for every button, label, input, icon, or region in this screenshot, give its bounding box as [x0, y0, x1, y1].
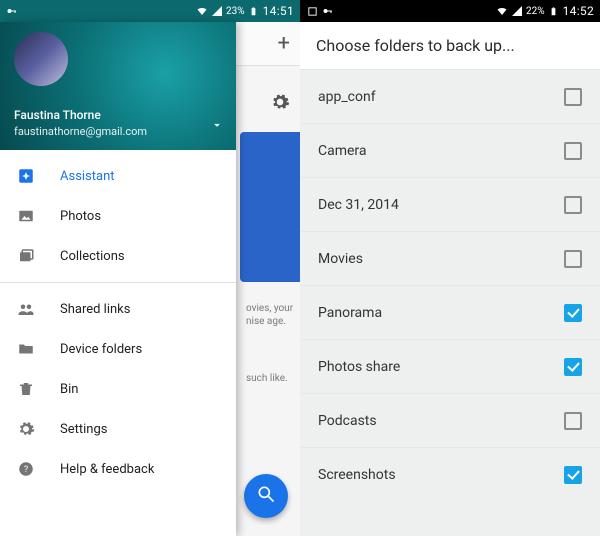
drawer-list: Assistant Photos Collections Shared link: [0, 150, 236, 536]
folder-label: Podcasts: [318, 413, 377, 429]
key-icon: [322, 5, 334, 17]
add-icon[interactable]: +: [278, 31, 290, 56]
account-name: Faustina Thorne: [14, 108, 101, 122]
drawer-item-assistant[interactable]: Assistant: [0, 156, 236, 196]
avatar[interactable]: [14, 32, 68, 86]
checkbox[interactable]: [564, 304, 582, 322]
battery-icon: [248, 5, 260, 17]
folder-label: app_conf: [318, 89, 376, 105]
help-icon: ?: [16, 459, 36, 479]
people-icon: [16, 299, 36, 319]
checkbox[interactable]: [564, 88, 582, 106]
checkbox[interactable]: [564, 466, 582, 484]
trash-icon: [16, 379, 36, 399]
folder-label: Camera: [318, 143, 367, 159]
folder-row-photos-share[interactable]: Photos share: [300, 339, 600, 393]
drawer-item-label: Collections: [60, 249, 125, 264]
checkbox[interactable]: [564, 412, 582, 430]
drawer-item-label: Bin: [60, 382, 78, 397]
drawer-header[interactable]: Faustina Thorne faustinathorne@gmail.com: [0, 22, 236, 150]
folder-picker: Choose folders to back up... app_conf Ca…: [300, 22, 600, 536]
folder-label: Panorama: [318, 305, 382, 321]
navigation-drawer: Faustina Thorne faustinathorne@gmail.com…: [0, 22, 236, 536]
key-icon: [6, 5, 18, 17]
drawer-item-label: Settings: [60, 422, 107, 437]
battery-percent: 22%: [526, 6, 545, 17]
battery-icon: [548, 5, 560, 17]
statusbar-right: 22% 14:52: [300, 0, 600, 22]
collections-icon: [16, 246, 36, 266]
page-title: Choose folders to back up...: [300, 22, 600, 69]
divider: [0, 282, 236, 283]
promo-text-2: such like.: [246, 372, 296, 385]
folder-row-screenshots[interactable]: Screenshots: [300, 447, 600, 501]
drawer-item-collections[interactable]: Collections: [0, 236, 236, 276]
folder-row-podcasts[interactable]: Podcasts: [300, 393, 600, 447]
gear-icon: [16, 419, 36, 439]
phone-right: 22% 14:52 Choose folders to back up... a…: [300, 0, 600, 536]
drawer-item-settings[interactable]: Settings: [0, 409, 236, 449]
drawer-item-label: Assistant: [60, 169, 115, 184]
assistant-icon: [16, 166, 36, 186]
folder-icon: [16, 339, 36, 359]
folder-row-panorama[interactable]: Panorama: [300, 285, 600, 339]
drawer-item-label: Shared links: [60, 302, 130, 317]
battery-percent: 23%: [226, 6, 245, 17]
folder-row-movies[interactable]: Movies: [300, 231, 600, 285]
folder-label: Screenshots: [318, 467, 396, 483]
drawer-item-label: Help & feedback: [60, 462, 154, 477]
search-icon: [256, 484, 276, 508]
checkbox[interactable]: [564, 196, 582, 214]
photos-icon: [16, 206, 36, 226]
drawer-item-device-folders[interactable]: Device folders: [0, 329, 236, 369]
folder-list: app_conf Camera Dec 31, 2014 Movies Pano…: [300, 69, 600, 501]
clock: 14:51: [263, 4, 294, 18]
checkbox[interactable]: [564, 142, 582, 160]
folder-row-camera[interactable]: Camera: [300, 123, 600, 177]
folder-label: Dec 31, 2014: [318, 197, 399, 213]
search-fab[interactable]: [244, 474, 288, 518]
checkbox[interactable]: [564, 358, 582, 376]
drawer-item-photos[interactable]: Photos: [0, 196, 236, 236]
checkbox[interactable]: [564, 250, 582, 268]
chevron-down-icon[interactable]: [210, 117, 224, 136]
statusbar-left: 23% 14:51: [0, 0, 300, 22]
gear-icon[interactable]: [270, 92, 290, 116]
folder-row-dec-31-2014[interactable]: Dec 31, 2014: [300, 177, 600, 231]
phone-left: 23% 14:51 + ovies, your nise age. such l…: [0, 0, 300, 536]
signal-icon: [211, 5, 223, 17]
folder-label: Movies: [318, 251, 363, 267]
drawer-item-bin[interactable]: Bin: [0, 369, 236, 409]
clock: 14:52: [563, 4, 594, 18]
square-icon: [306, 5, 318, 17]
promo-text-1: ovies, your nise age.: [246, 302, 296, 328]
drawer-item-label: Device folders: [60, 342, 142, 357]
wifi-icon: [196, 5, 208, 17]
account-email: faustinathorne@gmail.com: [14, 125, 147, 138]
wifi-icon: [496, 5, 508, 17]
folder-row-app_conf[interactable]: app_conf: [300, 69, 600, 123]
drawer-item-label: Photos: [60, 209, 101, 224]
svg-text:?: ?: [24, 465, 28, 475]
drawer-item-shared-links[interactable]: Shared links: [0, 289, 236, 329]
drawer-item-help[interactable]: ? Help & feedback: [0, 449, 236, 489]
signal-icon: [511, 5, 523, 17]
folder-label: Photos share: [318, 359, 400, 375]
promo-card: [240, 132, 300, 282]
